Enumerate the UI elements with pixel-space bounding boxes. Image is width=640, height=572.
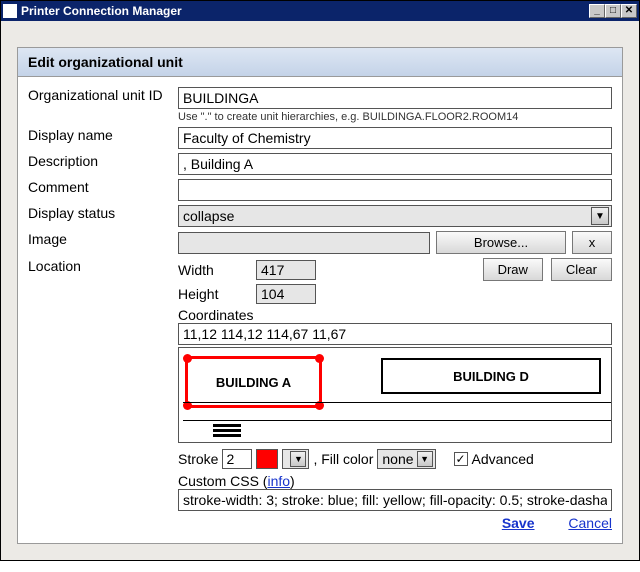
comment-input[interactable] bbox=[178, 179, 612, 201]
panel-title: Edit organizational unit bbox=[18, 48, 622, 77]
close-paren: ) bbox=[290, 473, 295, 489]
custom-css-input[interactable] bbox=[178, 489, 612, 511]
map-line bbox=[183, 420, 612, 421]
width-label: Width bbox=[178, 262, 248, 278]
coordinates-input[interactable] bbox=[178, 323, 612, 345]
org-id-input[interactable] bbox=[178, 87, 612, 109]
cancel-link[interactable]: Cancel bbox=[568, 515, 612, 531]
image-label: Image bbox=[28, 231, 178, 247]
maximize-button[interactable]: □ bbox=[605, 4, 621, 18]
titlebar: Printer Connection Manager _ □ ✕ bbox=[1, 1, 639, 21]
display-name-label: Display name bbox=[28, 127, 178, 143]
stroke-color-select[interactable]: ▼ bbox=[282, 449, 309, 469]
close-button[interactable]: ✕ bbox=[621, 4, 637, 18]
width-input[interactable]: 417 bbox=[256, 260, 316, 280]
minimize-button[interactable]: _ bbox=[589, 4, 605, 18]
fill-color-label: , Fill color bbox=[313, 451, 373, 467]
remove-image-button[interactable]: x bbox=[572, 231, 612, 254]
description-label: Description bbox=[28, 153, 178, 169]
building-d-label: BUILDING D bbox=[453, 369, 529, 384]
clear-button[interactable]: Clear bbox=[551, 258, 612, 281]
save-link[interactable]: Save bbox=[502, 515, 535, 531]
window-buttons: _ □ ✕ bbox=[589, 4, 637, 18]
draw-button[interactable]: Draw bbox=[483, 258, 543, 281]
stroke-color-swatch[interactable] bbox=[256, 449, 278, 469]
handle-icon[interactable] bbox=[183, 354, 192, 363]
info-link[interactable]: info bbox=[267, 473, 290, 489]
advanced-checkbox[interactable]: ✓ bbox=[454, 452, 468, 466]
display-name-input[interactable] bbox=[178, 127, 612, 149]
building-a-label: BUILDING A bbox=[216, 375, 291, 390]
chevron-down-icon: ▼ bbox=[290, 451, 306, 467]
custom-css-label: Custom CSS ( bbox=[178, 473, 267, 489]
fill-color-value: none bbox=[382, 451, 413, 467]
image-path-input[interactable] bbox=[178, 232, 430, 254]
description-input[interactable] bbox=[178, 153, 612, 175]
height-input[interactable]: 104 bbox=[256, 284, 316, 304]
comment-label: Comment bbox=[28, 179, 178, 195]
display-status-value: collapse bbox=[183, 208, 591, 224]
map-line bbox=[183, 402, 612, 403]
display-status-label: Display status bbox=[28, 205, 178, 221]
browse-button[interactable]: Browse... bbox=[436, 231, 566, 254]
org-id-hint: Use "." to create unit hierarchies, e.g.… bbox=[178, 111, 612, 123]
building-a-shape[interactable]: BUILDING A bbox=[185, 356, 322, 408]
stroke-label: Stroke bbox=[178, 451, 218, 467]
stroke-width-input[interactable] bbox=[222, 449, 252, 469]
coordinates-label: Coordinates bbox=[178, 307, 612, 323]
chevron-down-icon: ▼ bbox=[591, 207, 609, 225]
advanced-label: Advanced bbox=[472, 451, 534, 467]
app-icon bbox=[3, 4, 17, 18]
window-title: Printer Connection Manager bbox=[21, 4, 589, 18]
chevron-down-icon: ▼ bbox=[417, 451, 433, 467]
window: Printer Connection Manager _ □ ✕ Edit or… bbox=[0, 0, 640, 561]
fill-color-select[interactable]: none ▼ bbox=[377, 449, 435, 469]
edit-panel: Edit organizational unit Organizational … bbox=[17, 47, 623, 544]
display-status-select[interactable]: collapse ▼ bbox=[178, 205, 612, 227]
org-id-label: Organizational unit ID bbox=[28, 87, 178, 103]
client-area: Edit organizational unit Organizational … bbox=[1, 21, 639, 560]
height-label: Height bbox=[178, 286, 248, 302]
building-d-shape: BUILDING D bbox=[381, 358, 601, 394]
location-label: Location bbox=[28, 258, 178, 274]
map-marker bbox=[213, 424, 241, 436]
handle-icon[interactable] bbox=[315, 354, 324, 363]
location-map[interactable]: BUILDING A BUILDING D bbox=[178, 347, 612, 443]
